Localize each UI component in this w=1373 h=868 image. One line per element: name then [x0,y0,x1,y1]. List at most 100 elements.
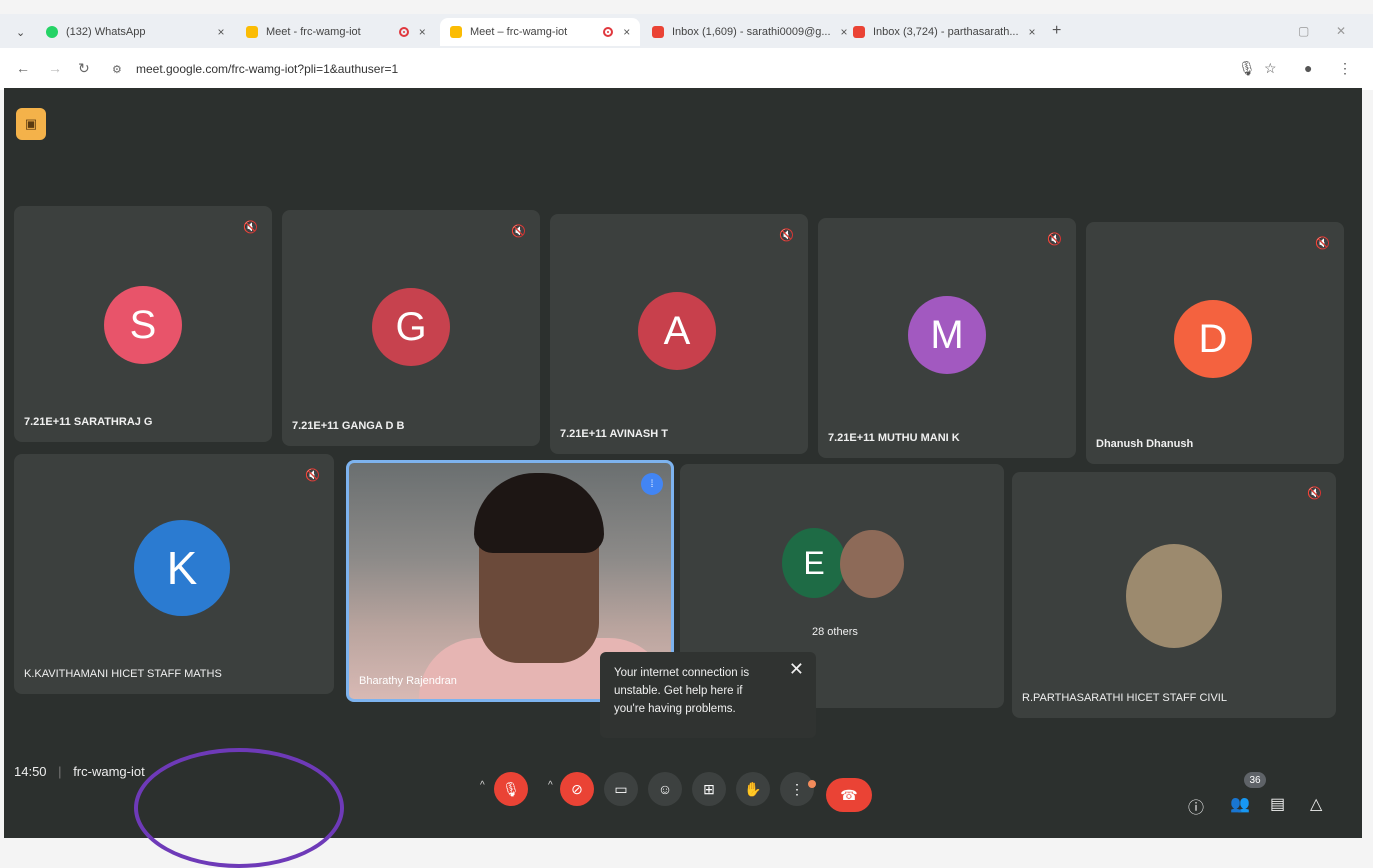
people-icon[interactable]: 👥 [1230,794,1250,814]
avatar-photo [840,530,904,598]
close-icon[interactable]: × [217,25,224,39]
site-info-icon[interactable]: ⚙ [112,63,122,76]
others-count: 28 others [812,626,858,638]
hand-icon: ✋ [744,780,762,797]
profile-avatar-icon[interactable]: ● [1304,60,1312,76]
present-button[interactable]: ⊞ [692,772,726,806]
chat-icon[interactable]: ▤ [1270,794,1285,814]
window-close-icon[interactable]: ✕ [1336,24,1346,38]
participant-name: K.KAVITHAMANI HICET STAFF MATHS [24,668,222,680]
avatar: E [782,528,846,598]
camera-off-button[interactable]: ⊘ [560,772,594,806]
participant-tile[interactable]: 🔇 R.PARTHASARATHI HICET STAFF CIVIL [1012,472,1336,718]
avatar: S [104,286,182,364]
raise-hand-button[interactable]: ✋ [736,772,770,806]
separator: | [58,764,62,779]
participant-name: 7.21E+11 MUTHU MANI K [828,432,960,444]
tab-inbox-2[interactable]: Inbox (3,724) - parthasarath... × [853,18,1036,46]
more-vert-icon: ⋮ [790,780,804,797]
avatar: G [372,288,450,366]
avatar-photo [1126,544,1222,648]
meeting-time: 14:50 [14,764,47,779]
participant-tile[interactable]: 🔇 M 7.21E+11 MUTHU MANI K [818,218,1076,458]
tab-label: (132) WhatsApp [66,26,146,38]
close-icon[interactable]: × [623,25,630,39]
participant-name: 7.21E+11 SARATHRAJ G [24,416,153,428]
connection-warning-toast: Your internet connection is unstable. Ge… [600,652,816,738]
tab-label: Meet - frc-wamg-iot [266,26,361,38]
new-tab-button[interactable]: + [1052,22,1061,40]
recording-icon [603,27,614,37]
avatar: A [638,292,716,370]
participant-count-badge: 36 [1244,772,1266,788]
address-bar: ← → ↻ ⚙ meet.google.com/frc-wamg-iot?pli… [0,48,1373,90]
leave-call-button[interactable]: ☎ [826,778,872,812]
camera-off-icon: ⊘ [571,780,583,797]
captions-button[interactable]: ▭ [604,772,638,806]
chevron-up-icon[interactable]: ^ [480,780,485,791]
tab-meet-2[interactable]: Meet – frc-wamg-iot × [440,18,641,46]
muted-mic-icon: 🔇 [1307,486,1322,500]
participant-tile[interactable]: 🔇 D Dhanush Dhanush [1086,222,1344,464]
activities-icon[interactable]: △ [1310,794,1322,814]
gmail-icon [652,26,664,38]
avatar: K [134,520,230,616]
tab-list-chevron-icon[interactable]: ⌄ [16,18,25,46]
mic-off-icon: 🎙 [502,780,520,797]
participant-name: 7.21E+11 GANGA D B [292,420,405,432]
college-seal-stamp [134,748,344,868]
participant-tile[interactable]: 🔇 K K.KAVITHAMANI HICET STAFF MATHS [14,454,334,694]
muted-mic-icon: 🔇 [305,468,320,482]
speaker-video [474,473,604,553]
tab-meet-1[interactable]: Meet - frc-wamg-iot × [246,18,426,46]
recording-icon [398,27,409,37]
mic-off-button[interactable]: 🎙 [494,772,528,806]
browser-menu-icon[interactable]: ⋮ [1338,60,1352,77]
back-icon[interactable]: ← [16,60,30,76]
tab-whatsapp[interactable]: (132) WhatsApp × [46,18,225,46]
meet-stage: ▣ 🔇 S 7.21E+11 SARATHRAJ G 🔇 G 7.21E+11 … [4,88,1362,838]
present-icon: ⊞ [703,780,715,797]
participant-name: 7.21E+11 AVINASH T [560,428,668,440]
chevron-up-icon[interactable]: ^ [548,780,553,791]
muted-mic-icon: 🔇 [1315,236,1330,250]
tab-label: Meet – frc-wamg-iot [470,26,568,38]
camera-blocked-icon[interactable]: ▣ [16,108,46,140]
hang-up-icon: ☎ [840,786,858,803]
meeting-details-icon[interactable]: ⓘ [1188,794,1204,818]
close-icon[interactable]: ✕ [789,660,804,678]
meeting-info: 14:50 | frc-wamg-iot [14,764,145,779]
bookmark-star-icon[interactable]: ☆ [1264,60,1277,77]
meeting-code: frc-wamg-iot [73,764,145,779]
speaking-indicator-icon: ⁞ [641,473,663,495]
reactions-button[interactable]: ☺ [648,772,682,806]
muted-mic-icon: 🔇 [1047,232,1062,246]
participant-tile[interactable]: 🔇 A 7.21E+11 AVINASH T [550,214,808,454]
browser-tab-strip: ⌄ (132) WhatsApp × Meet - frc-wamg-iot ×… [0,14,1373,48]
meet-icon [246,26,258,38]
url-field[interactable]: meet.google.com/frc-wamg-iot?pli=1&authu… [136,62,398,76]
mic-in-use-icon[interactable]: 🎙 [1238,60,1256,77]
gmail-icon [853,26,865,38]
participant-name: R.PARTHASARATHI HICET STAFF CIVIL [1022,692,1227,704]
muted-mic-icon: 🔇 [243,220,258,234]
participant-name: Dhanush Dhanush [1096,438,1194,450]
muted-mic-icon: 🔇 [779,228,794,242]
participant-tile[interactable]: 🔇 G 7.21E+11 GANGA D B [282,210,540,446]
participant-tile[interactable]: 🔇 S 7.21E+11 SARATHRAJ G [14,206,272,442]
close-icon[interactable]: × [419,25,426,39]
close-icon[interactable]: × [1029,25,1036,39]
more-options-button[interactable]: ⋮ [780,772,814,806]
tab-label: Inbox (3,724) - parthasarath... [873,26,1019,38]
toast-text[interactable]: Your internet connection is unstable. Ge… [614,664,774,718]
close-icon[interactable]: × [841,25,848,39]
avatar: D [1174,300,1252,378]
tab-inbox-1[interactable]: Inbox (1,609) - sarathi0009@g... × [652,18,848,46]
captions-icon: ▭ [614,780,628,797]
participant-name: Bharathy Rajendran [359,675,457,687]
restore-icon[interactable]: ▢ [1298,24,1309,38]
forward-icon[interactable]: → [48,60,62,76]
avatar: M [908,296,986,374]
reload-icon[interactable]: ↻ [78,60,90,77]
muted-mic-icon: 🔇 [511,224,526,238]
